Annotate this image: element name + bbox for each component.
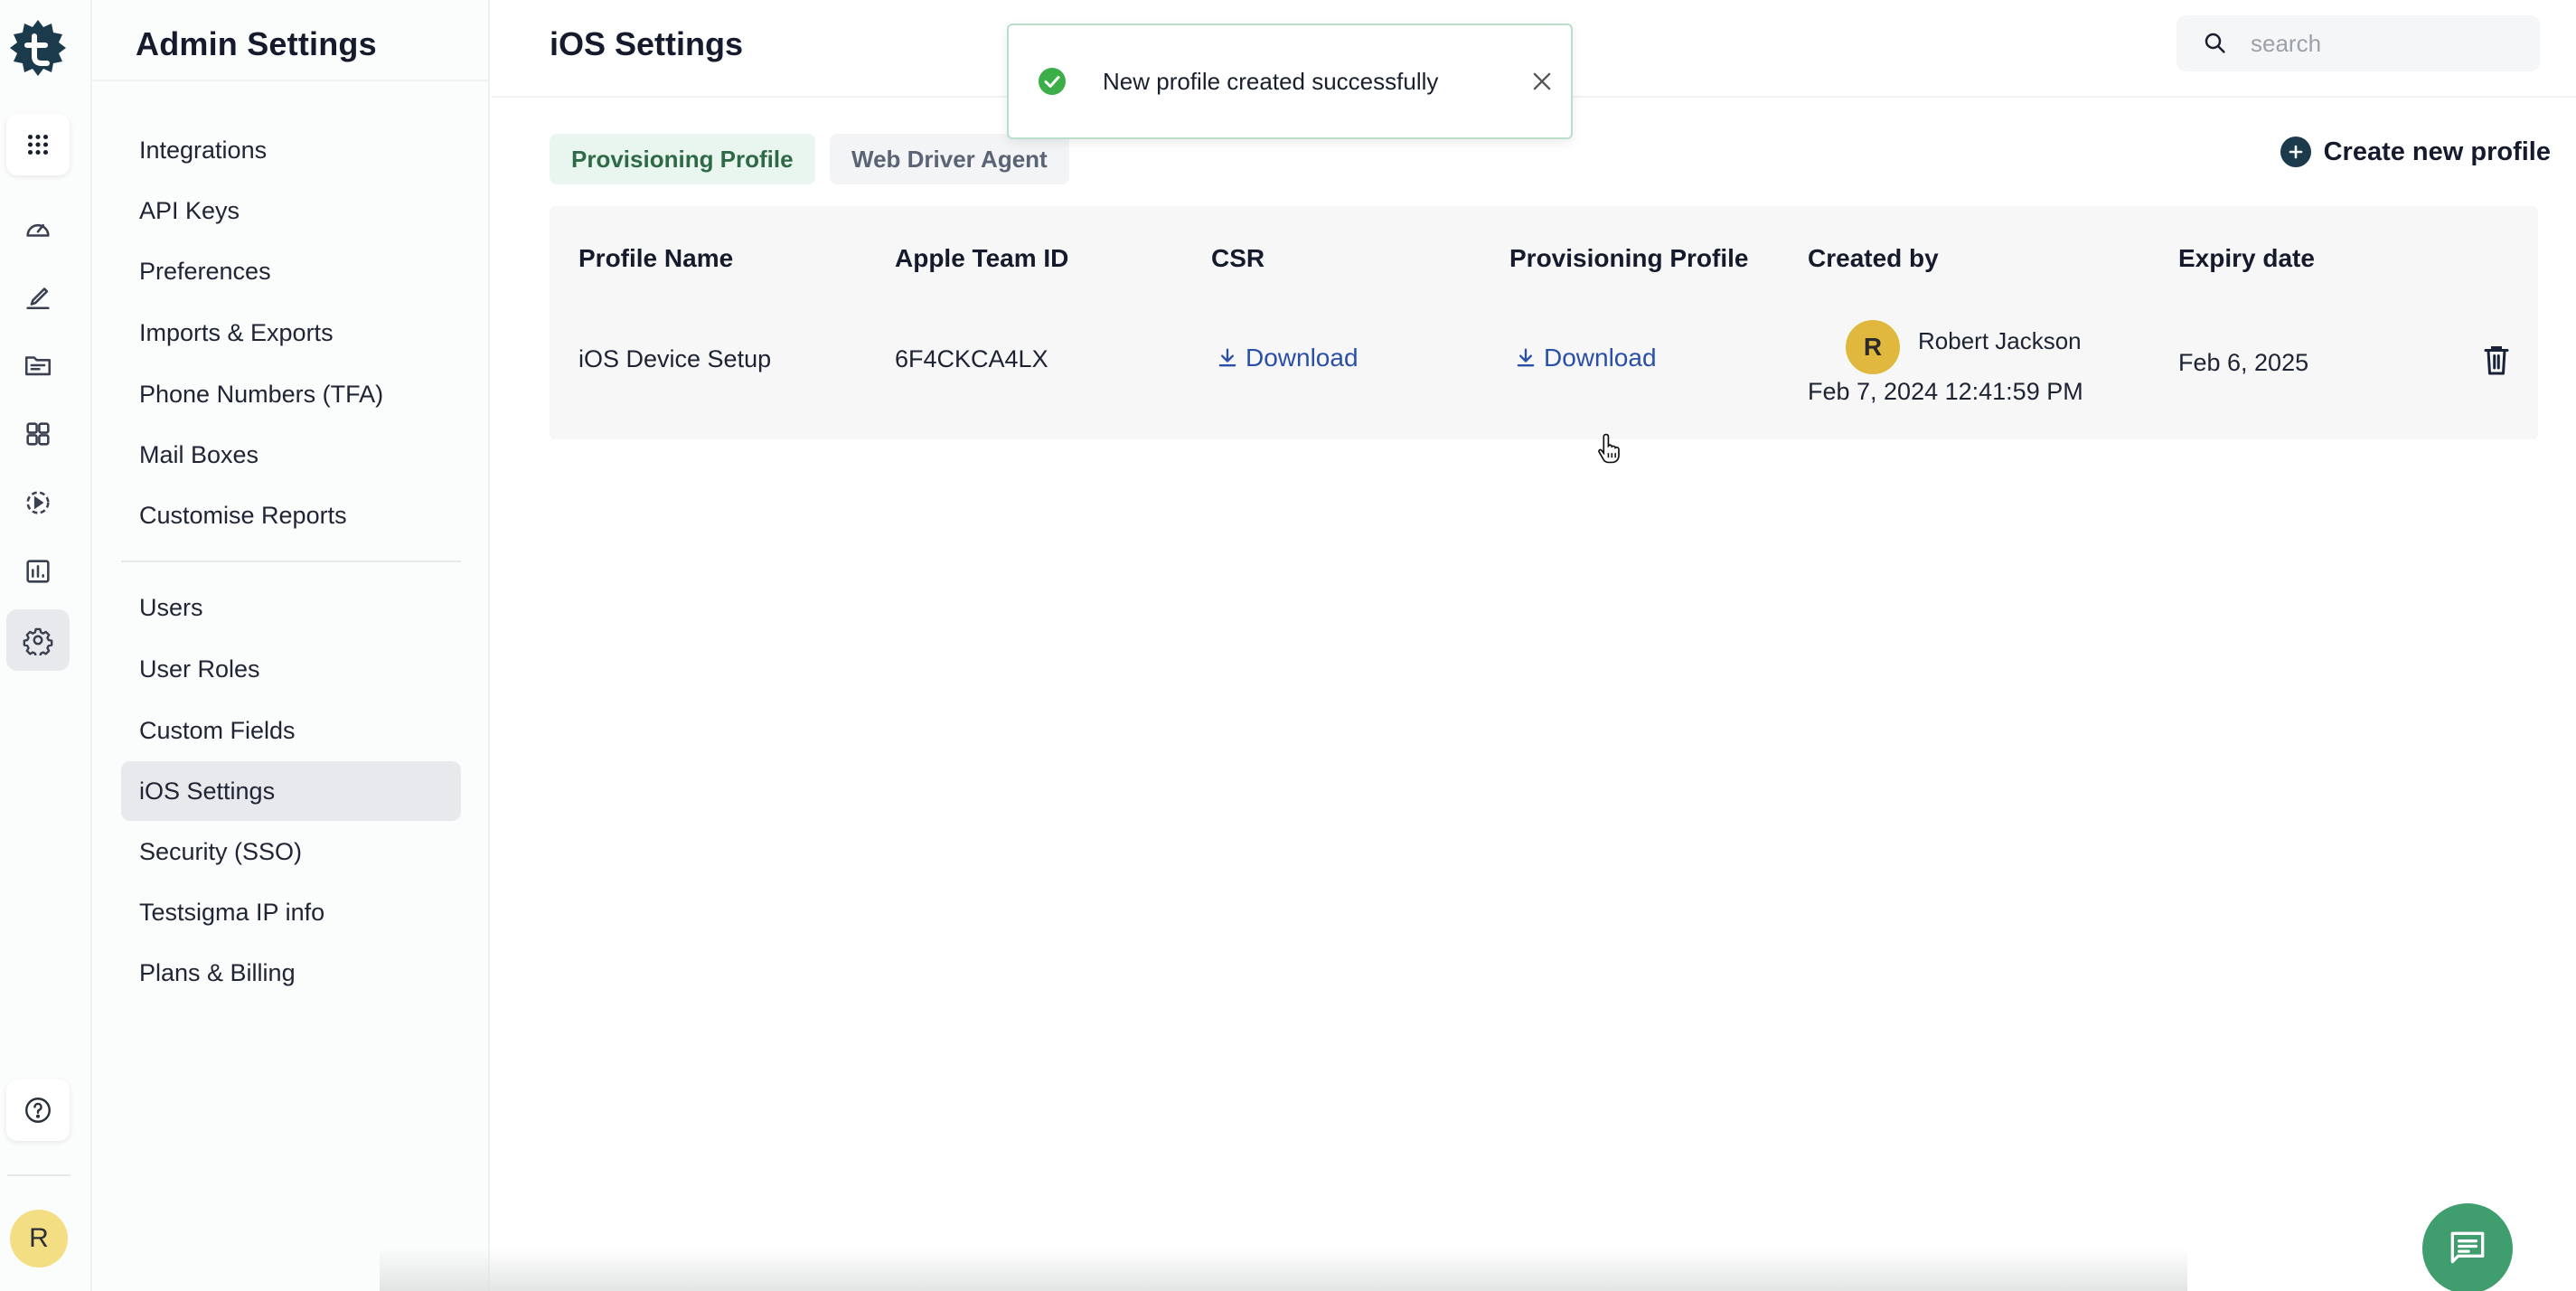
admin-settings-sidebar: Admin Settings Integrations API Keys Pre… bbox=[92, 0, 490, 1291]
run-play-icon bbox=[26, 491, 50, 514]
creator-name: Robert Jackson bbox=[1918, 327, 2082, 354]
column-header-created-by: Created by bbox=[1808, 244, 1939, 272]
csr-download-label: Download bbox=[1246, 344, 1359, 372]
rail-divider bbox=[7, 1174, 71, 1176]
settings-gear-icon bbox=[23, 627, 53, 655]
sidebar-item-api-keys[interactable]: API Keys bbox=[121, 181, 461, 240]
create-new-profile-label: Create new profile bbox=[2323, 137, 2551, 166]
rail-settings-button[interactable] bbox=[6, 609, 70, 671]
user-avatar[interactable]: R bbox=[10, 1210, 68, 1267]
tab-provisioning-profile[interactable]: Provisioning Profile bbox=[550, 134, 815, 184]
edit-pencil-icon bbox=[26, 287, 50, 310]
rail-reports-button[interactable] bbox=[6, 541, 70, 602]
testsigma-logo-icon[interactable] bbox=[7, 18, 69, 80]
created-at: Feb 7, 2024 12:41:59 PM bbox=[1808, 378, 2083, 405]
sidebar-header-divider bbox=[92, 80, 490, 81]
profiles-table: Profile Name Apple Team ID CSR Provision… bbox=[550, 206, 2538, 439]
folder-icon bbox=[24, 356, 52, 376]
rail-folder-button[interactable] bbox=[6, 335, 70, 396]
creator-avatar: R bbox=[1846, 320, 1900, 374]
sidebar-item-imports-exports[interactable]: Imports & Exports bbox=[121, 303, 461, 363]
sidebar-item-phone-numbers[interactable]: Phone Numbers (TFA) bbox=[121, 364, 461, 424]
column-header-apple-team-id: Apple Team ID bbox=[895, 244, 1069, 272]
apps-grid-icon bbox=[27, 134, 49, 155]
cell-expiry-date: Feb 6, 2025 bbox=[2178, 349, 2309, 376]
app-root: R Admin Settings Integrations API Keys P… bbox=[0, 0, 2576, 1291]
column-header-profile-name: Profile Name bbox=[578, 244, 734, 272]
sidebar-item-customise-reports[interactable]: Customise Reports bbox=[121, 485, 461, 545]
sidebar-item-user-roles[interactable]: User Roles bbox=[121, 639, 461, 699]
success-toast: New profile created successfully bbox=[1007, 24, 1573, 139]
sidebar-item-integrations[interactable]: Integrations bbox=[121, 120, 461, 180]
sidebar-title: Admin Settings bbox=[136, 25, 377, 62]
cell-profile-name: iOS Device Setup bbox=[578, 345, 772, 372]
column-header-csr: CSR bbox=[1211, 244, 1265, 272]
success-check-icon bbox=[1039, 68, 1066, 95]
rail-modules-button[interactable] bbox=[6, 403, 70, 465]
dashboard-gauge-icon bbox=[26, 223, 50, 237]
csr-download-link[interactable]: Download bbox=[1215, 344, 1359, 372]
rail-dashboard-button[interactable] bbox=[6, 197, 70, 259]
icon-rail: R bbox=[0, 0, 92, 1291]
rail-edit-button[interactable] bbox=[6, 266, 70, 327]
sidebar-item-testsigma-ip-info[interactable]: Testsigma IP info bbox=[121, 882, 461, 942]
delete-trash-icon[interactable] bbox=[2482, 344, 2511, 376]
modules-grid-icon bbox=[26, 422, 50, 446]
toast-message: New profile created successfully bbox=[1103, 67, 1439, 95]
sidebar-item-custom-fields[interactable]: Custom Fields bbox=[121, 701, 461, 760]
search-icon bbox=[2205, 33, 2225, 53]
column-header-expiry-date: Expiry date bbox=[2178, 244, 2315, 272]
main-content: iOS Settings Provisioning Profile Web Dr… bbox=[492, 0, 2576, 1291]
create-new-profile-button[interactable]: Create new profile bbox=[2280, 134, 2551, 170]
rail-apps-button[interactable] bbox=[6, 114, 70, 175]
chat-support-button[interactable] bbox=[2422, 1203, 2513, 1291]
sidebar-item-security-sso[interactable]: Security (SSO) bbox=[121, 822, 461, 881]
chat-message-icon bbox=[2450, 1231, 2485, 1264]
page-title: iOS Settings bbox=[550, 25, 744, 62]
search-input[interactable] bbox=[2251, 29, 2522, 58]
tab-web-driver-agent[interactable]: Web Driver Agent bbox=[830, 134, 1069, 184]
sidebar-item-preferences[interactable]: Preferences bbox=[121, 241, 461, 301]
rail-run-button[interactable] bbox=[6, 472, 70, 533]
sidebar-item-plans-billing[interactable]: Plans & Billing bbox=[121, 943, 461, 1003]
sidebar-group-divider bbox=[121, 561, 461, 562]
column-header-provisioning-profile: Provisioning Profile bbox=[1509, 244, 1749, 272]
sidebar-item-ios-settings[interactable]: iOS Settings bbox=[121, 761, 461, 821]
sidebar-item-mail-boxes[interactable]: Mail Boxes bbox=[121, 425, 461, 485]
download-icon bbox=[1517, 348, 1535, 367]
reports-chart-icon bbox=[26, 560, 50, 583]
cell-apple-team-id: 6F4CKCA4LX bbox=[895, 345, 1048, 372]
provisioning-profile-download-link[interactable]: Download bbox=[1513, 344, 1657, 372]
close-icon[interactable] bbox=[1529, 69, 1555, 94]
rail-help-button[interactable] bbox=[6, 1079, 70, 1141]
provisioning-profile-download-label: Download bbox=[1544, 344, 1657, 372]
search-box[interactable] bbox=[2176, 15, 2540, 71]
download-icon bbox=[1218, 348, 1236, 367]
plus-circle-icon bbox=[2280, 137, 2311, 167]
help-circle-icon bbox=[25, 1098, 51, 1123]
sidebar-item-users[interactable]: Users bbox=[121, 578, 461, 637]
